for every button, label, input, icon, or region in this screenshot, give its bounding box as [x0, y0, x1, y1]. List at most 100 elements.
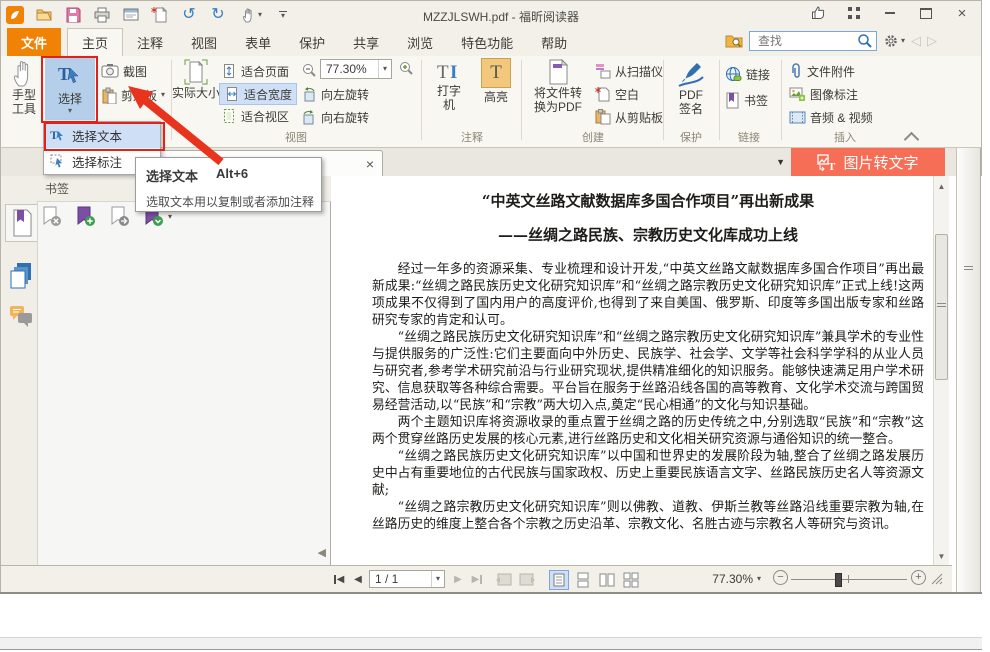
previous-page-icon[interactable]: ◀ — [351, 570, 365, 588]
splitter-grip — [964, 266, 973, 267]
zoom-out-button[interactable]: − — [773, 570, 788, 585]
find-prev-icon[interactable]: ◁ — [911, 33, 921, 49]
single-page-view-icon[interactable] — [549, 570, 569, 590]
previous-view-icon[interactable] — [495, 570, 512, 588]
view-doc-icon[interactable] — [121, 5, 141, 25]
zoom-combo[interactable]: 77.30% ▾ — [320, 59, 392, 79]
find-area: ▾ ◁ ▷ — [725, 31, 937, 51]
document-page[interactable]: “中英文丝路文献数据库多国合作项目”再出新成果 ——丝绸之路民族、宗教历史文化库… — [331, 176, 951, 565]
zoom-out-icon[interactable] — [301, 62, 317, 78]
snapshot-button[interactable]: 截图 — [101, 61, 147, 81]
new-document-icon[interactable] — [150, 5, 170, 25]
minimize-icon[interactable] — [879, 4, 901, 22]
redo-icon[interactable]: ↻ — [208, 5, 228, 25]
menu-tab-comment[interactable]: 注释 — [123, 28, 177, 56]
zoom-combo-caret[interactable]: ▾ — [378, 60, 391, 78]
menu-item-select-text[interactable]: T 选择文本 — [44, 122, 160, 148]
scroll-up-icon[interactable]: ▲ — [934, 178, 949, 194]
maximize-icon[interactable] — [915, 4, 937, 22]
sidebar-tab-pages[interactable] — [5, 258, 36, 294]
open-file-icon[interactable] — [34, 5, 54, 25]
menu-tab-share[interactable]: 共享 — [339, 28, 393, 56]
magnifier-icon[interactable] — [857, 33, 873, 49]
rotate-left-button[interactable]: 向左旋转 — [301, 84, 369, 104]
file-attachment-button[interactable]: 文件附件 — [789, 61, 855, 81]
save-icon[interactable] — [63, 5, 83, 25]
rotate-right-button[interactable]: 向右旋转 — [301, 107, 369, 127]
right-panel-splitter[interactable] — [956, 148, 981, 592]
tile-windows-icon[interactable] — [843, 4, 865, 22]
menu-tab-browse[interactable]: 浏览 — [393, 28, 447, 56]
continuous-view-icon[interactable] — [573, 570, 593, 590]
pdf-sign-button[interactable]: PDF签名 — [667, 58, 715, 116]
ocr-image-to-text-button[interactable]: T 图片转文字 — [791, 148, 945, 176]
zoom-slider[interactable] — [791, 570, 907, 588]
share-icon[interactable] — [807, 4, 829, 22]
customize-toolbar-icon[interactable]: ▾ — [276, 5, 290, 25]
convert-to-pdf-button[interactable]: 将文件转换为PDF — [529, 58, 587, 114]
print-icon[interactable] — [92, 5, 112, 25]
document-scrollbar[interactable]: ▲ ▼ — [933, 176, 949, 565]
tab-list-caret-icon[interactable]: ▼ — [776, 157, 785, 167]
facing-view-icon[interactable] — [597, 570, 617, 590]
menu-tab-help[interactable]: 帮助 — [527, 28, 581, 56]
zoom-slider-thumb[interactable] — [835, 573, 842, 587]
scrollbar-thumb[interactable] — [935, 234, 948, 380]
next-view-icon[interactable] — [519, 570, 536, 588]
menu-tab-protect[interactable]: 保护 — [285, 28, 339, 56]
expand-bookmark-icon[interactable] — [109, 206, 131, 228]
next-page-icon[interactable]: ▶ — [451, 570, 465, 588]
actual-size-icon — [183, 58, 209, 86]
search-settings-gear-icon[interactable]: ▾ — [883, 33, 905, 49]
zoom-combo-value: 77.30% — [321, 62, 378, 76]
fit-visible-button[interactable]: 适合视区 — [221, 106, 289, 126]
sidebar-collapse-icon[interactable]: ◀ — [318, 546, 326, 559]
foxit-logo-icon[interactable] — [5, 5, 25, 25]
last-page-icon[interactable]: ▶ — [469, 570, 485, 588]
find-next-icon[interactable]: ▷ — [927, 33, 937, 49]
group-label-protect: 保护 — [665, 129, 717, 145]
clipboard-button[interactable]: 剪贴板 ▾ — [101, 85, 165, 105]
audio-video-button[interactable]: 音频 & 视频 — [789, 107, 873, 127]
fit-page-button[interactable]: 适合页面 — [221, 61, 289, 81]
undo-icon[interactable]: ↺ — [179, 5, 199, 25]
find-input[interactable] — [756, 33, 857, 49]
link-button[interactable]: 链接 — [725, 64, 770, 84]
typewriter-button[interactable]: TI 打字机 — [429, 58, 469, 112]
zoom-in-button[interactable]: + — [911, 570, 926, 585]
hand-select-icon[interactable]: ▾ — [237, 5, 267, 25]
fit-page-label: 适合页面 — [241, 63, 289, 80]
page-number-combo[interactable]: 1 / 1 ▾ — [369, 570, 445, 588]
status-zoom-caret[interactable]: ▾ — [757, 570, 761, 588]
search-folder-icon[interactable] — [725, 32, 743, 50]
continuous-facing-view-icon[interactable] — [621, 570, 641, 590]
tab-close-icon[interactable]: × — [366, 156, 374, 172]
from-scanner-button[interactable]: 从扫描仪 — [595, 61, 663, 81]
actual-size-button[interactable]: 实际大小 — [177, 58, 215, 100]
fit-width-button[interactable]: 适合宽度 — [219, 83, 297, 105]
select-button[interactable]: T 选择 ▾ — [45, 58, 95, 120]
actual-size-label: 实际大小 — [171, 86, 221, 100]
bookmark-button[interactable]: 书签 — [725, 90, 768, 110]
close-icon[interactable]: × — [951, 4, 973, 22]
blank-button[interactable]: 空白 — [595, 84, 639, 104]
highlight-button[interactable]: T 高亮 — [475, 58, 517, 104]
first-page-icon[interactable]: ◀ — [331, 570, 347, 588]
zoom-in-icon[interactable] — [398, 60, 414, 76]
rotate-right-icon — [301, 109, 317, 125]
menu-tab-file[interactable]: 文件 — [7, 28, 61, 56]
delete-bookmark-icon[interactable] — [41, 206, 63, 228]
menu-tab-view[interactable]: 视图 — [177, 28, 231, 56]
from-clipboard-button[interactable]: 从剪贴板 — [595, 107, 663, 127]
menu-tab-form[interactable]: 表单 — [231, 28, 285, 56]
image-annotation-button[interactable]: 图像标注 — [789, 84, 858, 104]
sidebar-tab-comments[interactable] — [5, 300, 36, 334]
add-bookmark-icon[interactable] — [75, 206, 97, 228]
ribbon-separator — [171, 60, 172, 140]
scroll-down-icon[interactable]: ▼ — [934, 548, 949, 564]
resize-grip[interactable] — [931, 570, 943, 588]
menu-tab-home[interactable]: 主页 — [67, 28, 123, 56]
menu-tab-features[interactable]: 特色功能 — [447, 28, 527, 56]
hand-tool-button[interactable]: 手型工具 — [5, 58, 43, 116]
sidebar-tab-bookmarks[interactable] — [5, 204, 37, 242]
